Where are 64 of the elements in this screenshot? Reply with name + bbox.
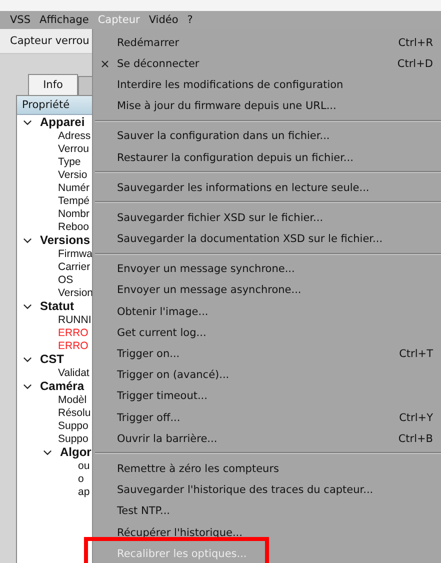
tree-item[interactable]: Validat <box>58 366 90 378</box>
menu-item[interactable]: Mise à jour du firmware depuis une URL... <box>93 96 441 117</box>
menu-item[interactable]: Trigger off... Ctrl+Y <box>93 407 441 428</box>
cross-icon <box>101 60 109 68</box>
menu-item[interactable]: Se déconnecter Ctrl+D <box>93 53 441 74</box>
menu-item[interactable]: Envoyer un message asynchrone... <box>93 280 441 302</box>
tree-item[interactable]: Algor <box>60 445 92 459</box>
menu-item[interactable]: Obtenir l'image... <box>93 301 441 322</box>
tree-item[interactable]: RUNNI <box>58 314 92 326</box>
menu-item[interactable]: Récupérer l'historique... <box>93 522 441 544</box>
tree-item[interactable]: Numér <box>58 182 90 194</box>
tree-item[interactable]: Carrier <box>58 260 90 272</box>
menu-item[interactable]: Sauvegarder les informations en lecture seule... <box>93 177 441 198</box>
chevron-down-icon[interactable] <box>43 448 52 456</box>
window-label: Capteur verrou <box>10 35 90 47</box>
chevron-down-icon[interactable] <box>23 382 32 390</box>
tree-item[interactable]: CST <box>40 352 64 366</box>
tree-item[interactable]: Version <box>58 286 94 298</box>
menu-item[interactable]: Interdire les modifications de configuration <box>93 74 441 96</box>
tree-item[interactable]: o <box>78 472 84 484</box>
tree-item[interactable]: Adress <box>58 130 91 142</box>
tree-item[interactable]: Tempé <box>58 194 90 206</box>
menu-item[interactable]: Sauvegarder fichier XSD sur le fichier... <box>93 207 441 228</box>
menu-item[interactable]: Trigger on (avancé)... <box>93 364 441 386</box>
menu-item[interactable]: Trigger on... Ctrl+T <box>93 343 441 365</box>
tree-item[interactable]: ERRO <box>58 340 88 352</box>
menu-bar-item[interactable]: ? <box>186 13 194 27</box>
tree-item[interactable]: ERRO <box>58 326 88 338</box>
menu-item[interactable]: Sauver la configuration dans un fichier... <box>93 126 441 147</box>
tree-item[interactable]: Type <box>58 156 81 168</box>
tab[interactable]: Info <box>28 74 78 95</box>
menu-item[interactable]: Test NTP... <box>93 500 441 522</box>
tree-item[interactable]: Statut <box>40 299 74 313</box>
tree-item[interactable]: Reboo <box>58 220 89 232</box>
tree-item[interactable]: ap <box>78 486 90 498</box>
chevron-down-icon[interactable] <box>23 354 32 364</box>
tree-item[interactable]: Résolu <box>58 406 91 418</box>
chevron-down-icon[interactable] <box>23 236 32 244</box>
menu-item[interactable]: Remettre à zéro les compteurs <box>93 458 441 480</box>
menu-item[interactable]: Ouvrir la barrière... Ctrl+B <box>93 428 441 450</box>
tree-item[interactable]: Suppo <box>58 432 88 444</box>
tree-item[interactable]: Versio <box>58 168 88 180</box>
menu-item[interactable]: Redémarrer Ctrl+R <box>93 32 441 54</box>
chevron-down-icon[interactable] <box>23 118 32 126</box>
menu-item[interactable]: Envoyer un message synchrone... <box>93 258 441 280</box>
menu-bar-item[interactable]: Vidéo <box>148 13 180 27</box>
chevron-down-icon[interactable] <box>23 302 32 310</box>
menu-bar-item[interactable]: VSS <box>9 13 32 27</box>
tree-item[interactable]: Firmwa <box>58 248 92 260</box>
tree-item[interactable]: Modèl <box>58 394 87 406</box>
menu-item[interactable]: Sauvegarder l'historique des traces du capteur... <box>93 480 441 501</box>
menu-item[interactable]: Trigger timeout... <box>93 386 441 407</box>
menu-item[interactable]: Sauvegarder la documentation XSD sur le fichier... <box>93 228 441 250</box>
menu-item[interactable]: Get current log... <box>93 322 441 344</box>
tree-item[interactable]: Suppo <box>58 420 88 432</box>
menu-item[interactable]: Restaurer la configuration depuis un fichier... <box>93 146 441 168</box>
tree-item[interactable]: OS <box>58 274 74 286</box>
tree-item[interactable]: Apparei <box>40 115 85 129</box>
tree-item[interactable]: Caméra <box>40 379 84 393</box>
tree-item[interactable]: Nombr <box>58 208 90 220</box>
tree-item[interactable]: Verrou <box>58 142 89 154</box>
tree-item[interactable]: ou <box>78 460 90 472</box>
menu-bar-item[interactable]: Affichage <box>38 13 90 27</box>
tree-item[interactable]: Versions <box>40 233 90 247</box>
